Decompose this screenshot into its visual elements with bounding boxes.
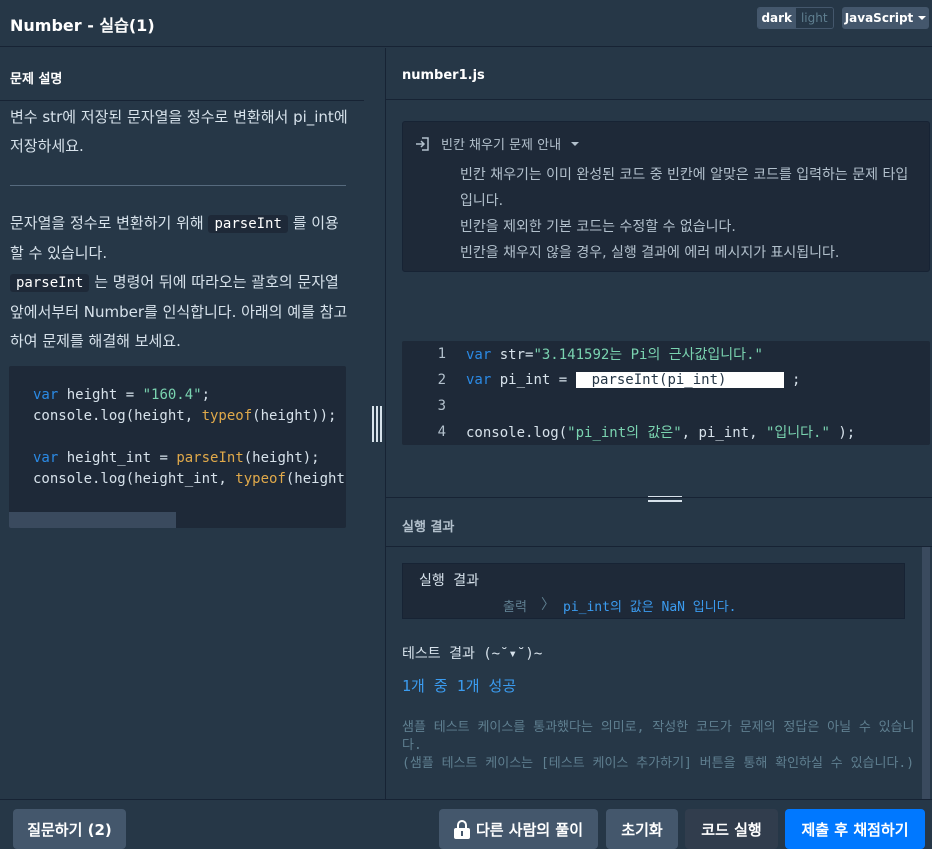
run-result-box: 실행 결과 출력 〉 pi_int의 값은 NaN 입니다. (402, 563, 905, 619)
horizontal-scrollbar[interactable] (9, 512, 176, 528)
result-panel: 실행 결과 출력 〉 pi_int의 값은 NaN 입니다. 테스트 결과 (~… (386, 547, 932, 799)
file-tab[interactable]: number1.js (386, 48, 932, 100)
line-number: 3 (437, 398, 446, 414)
editor-panel: number1.js 빈칸 채우기 문제 안내 빈칸 채우기는 이미 완성된 코… (386, 48, 932, 799)
problem-paragraph-1: 변수 str에 저장된 문자열을 정수로 변환해서 pi_int에 저장하세요. (10, 108, 348, 155)
code-line: 1 var str="3.141592는 Pi의 근사값입니다." (402, 341, 930, 367)
code-text: console.log("pi_int의 값은", pi_int, "입니다."… (466, 425, 856, 441)
code-line: 4 console.log("pi_int의 값은", pi_int, "입니다… (402, 419, 930, 445)
others-solutions-button[interactable]: 다른 사람의 풀이 (439, 809, 598, 849)
guide-line: 빈칸을 제외한 기본 코드는 수정할 수 없습니다. (460, 219, 736, 235)
blank-input[interactable]: parseInt(pi_int) (575, 372, 784, 388)
problem-paragraph-2: 문자열을 정수로 변환하기 위해 parseInt 를 이용할 수 있습니다. p… (10, 209, 350, 356)
test-result-count: 1개 중 1개 성공 (402, 677, 517, 695)
theme-dark-option[interactable]: dark (758, 8, 796, 28)
language-select-label: JavaScript (844, 11, 914, 25)
top-header: Number - 실습(1) dark light JavaScript (0, 0, 932, 47)
vertical-scrollbar[interactable] (922, 547, 930, 799)
line-number: 1 (437, 346, 446, 362)
run-result-title: 실행 결과 (419, 573, 479, 589)
example-code: var height = "160.4"; console.log(height… (33, 387, 345, 487)
guide-toggle[interactable]: 빈칸 채우기 문제 안내 (415, 134, 580, 153)
divider (10, 185, 346, 186)
code-text: var str="3.141592는 Pi의 근사값입니다." (466, 347, 763, 363)
theme-toggle[interactable]: dark light (757, 7, 834, 29)
action-footer: 질문하기 (2) 다른 사람의 풀이 초기화 코드 실행 제출 후 채점하기 (0, 799, 932, 849)
problem-panel: 문제 설명 변수 str에 저장된 문자열을 정수로 변환해서 pi_int에 … (0, 48, 364, 799)
guide-line: 빈칸을 채우지 않을 경우, 실행 결과에 에러 메시지가 표시됩니다. (460, 245, 840, 261)
ask-question-button[interactable]: 질문하기 (2) (13, 809, 126, 849)
theme-light-option[interactable]: light (795, 8, 833, 28)
test-result-title: 테스트 결과 (~˘▾˘)~ (402, 646, 543, 662)
guide-title: 빈칸 채우기 문제 안내 (441, 138, 562, 153)
code-text: var pi_int = parseInt(pi_int) ; (466, 372, 801, 388)
blank-guide-panel: 빈칸 채우기 문제 안내 빈칸 채우기는 이미 완성된 코드 중 빈칸에 알맞은… (402, 121, 930, 272)
line-number: 2 (437, 372, 446, 388)
line-number: 4 (437, 424, 446, 440)
lock-icon (453, 819, 470, 839)
divider (0, 100, 364, 101)
inline-code: parseInt (10, 274, 90, 292)
code-area[interactable]: 1 var str="3.141592는 Pi의 근사값입니다." 2 var … (402, 341, 930, 445)
chevron-down-icon (571, 141, 580, 146)
inline-code: parseInt (208, 215, 288, 233)
output-value: pi_int의 값은 NaN 입니다. (563, 600, 737, 615)
result-tab-label: 실행 결과 (402, 520, 455, 535)
others-solutions-label: 다른 사람의 풀이 (475, 820, 584, 839)
code-line: 2 var pi_int = parseInt(pi_int) ; (402, 367, 930, 393)
output-label: 출력 (503, 600, 527, 615)
guide-line: 빈칸 채우기는 이미 완성된 코드 중 빈칸에 알맞은 코드를 입력하는 문제 … (460, 167, 909, 209)
reset-button[interactable]: 초기화 (606, 809, 678, 849)
language-select[interactable]: JavaScript (842, 7, 929, 29)
code-editor: 빈칸 채우기 문제 안내 빈칸 채우기는 이미 완성된 코드 중 빈칸에 알맞은… (386, 101, 932, 542)
code-line: 3 (402, 393, 930, 419)
result-tab[interactable]: 실행 결과 (386, 497, 932, 547)
test-result-note: 샘플 테스트 케이스를 통과했다는 의미로, 작성한 코드가 문제의 정답은 아… (402, 720, 915, 771)
chevron-down-icon (918, 16, 927, 20)
problem-section-title: 문제 설명 (10, 72, 63, 87)
login-icon (416, 136, 429, 151)
example-code-block[interactable]: var height = "160.4"; console.log(height… (9, 366, 346, 528)
chevron-right-icon: 〉 (541, 597, 555, 613)
text: 문자열을 정수로 변환하기 위해 (10, 214, 209, 232)
page-title: Number - 실습(1) (10, 16, 155, 35)
run-code-button[interactable]: 코드 실행 (685, 809, 778, 849)
file-tab-label: number1.js (402, 68, 485, 83)
guide-body: 빈칸 채우기는 이미 완성된 코드 중 빈칸에 알맞은 코드를 입력하는 문제 … (460, 162, 920, 266)
submit-button[interactable]: 제출 후 채점하기 (785, 809, 925, 849)
drag-handle-icon[interactable] (372, 406, 382, 442)
